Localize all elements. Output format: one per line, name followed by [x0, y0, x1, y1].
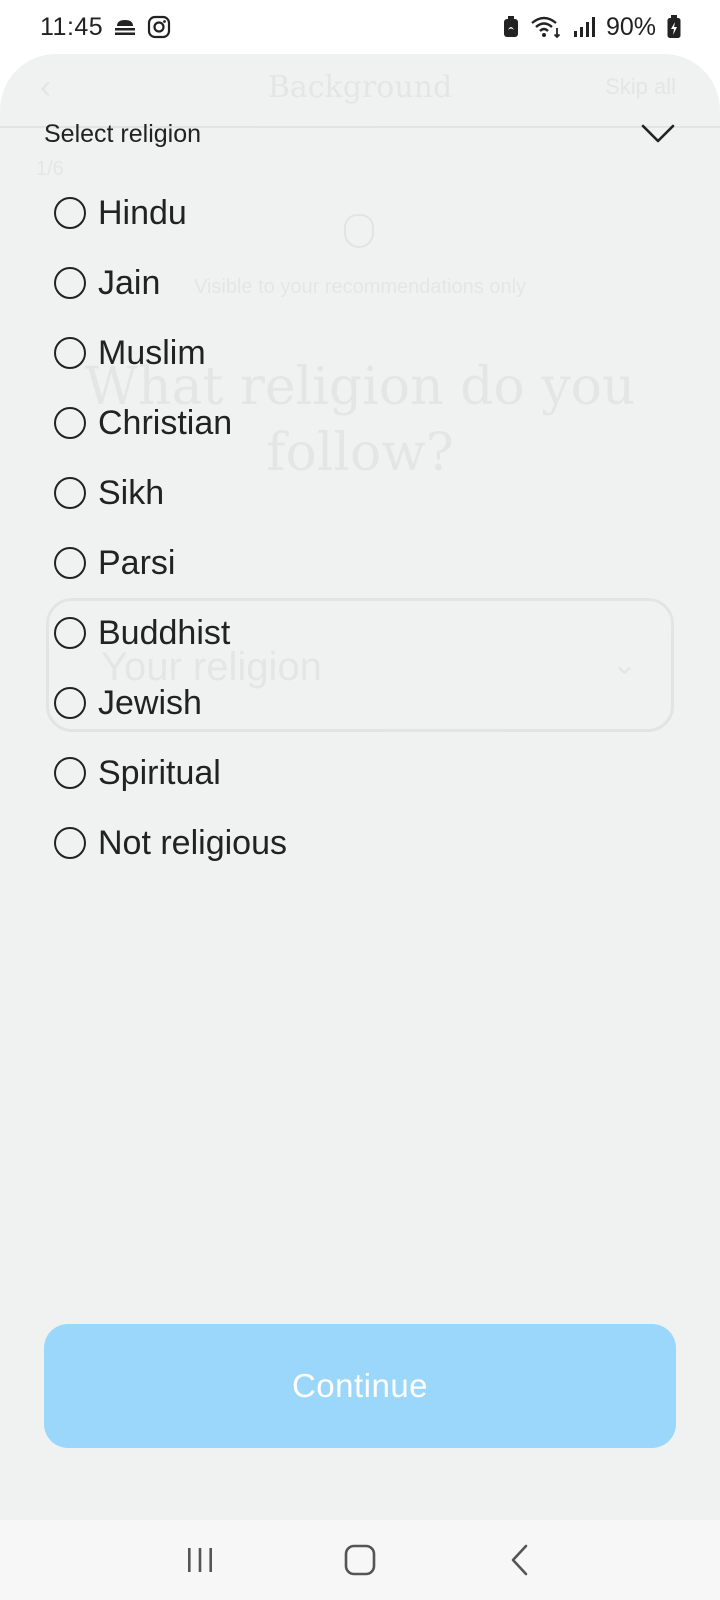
- radio-button[interactable]: [54, 267, 86, 299]
- signal-icon: [572, 16, 596, 38]
- option-label: Christian: [98, 403, 233, 442]
- option-sikh[interactable]: Sikh: [54, 458, 614, 528]
- option-spiritual[interactable]: Spiritual: [54, 738, 614, 808]
- system-nav-bar: [0, 1520, 720, 1600]
- option-label: Not religious: [98, 823, 287, 862]
- recents-icon[interactable]: [175, 1540, 225, 1580]
- battery-saver-icon: [502, 15, 520, 39]
- option-label: Jain: [98, 263, 161, 302]
- back-arrow-icon: ‹: [40, 68, 52, 106]
- radio-button[interactable]: [54, 337, 86, 369]
- radio-button[interactable]: [54, 547, 86, 579]
- option-label: Parsi: [98, 543, 176, 582]
- background-header-title: Background: [267, 70, 453, 105]
- radio-button[interactable]: [54, 687, 86, 719]
- option-not-religious[interactable]: Not religious: [54, 808, 614, 878]
- status-bar-right: 90%: [502, 13, 682, 42]
- option-label: Jewish: [98, 683, 202, 722]
- chevron-down-icon[interactable]: [640, 122, 676, 146]
- status-bar-left: 11:45: [40, 13, 171, 42]
- option-label: Spiritual: [98, 753, 221, 792]
- option-label: Hindu: [98, 193, 187, 232]
- option-muslim[interactable]: Muslim: [54, 318, 614, 388]
- status-time: 11:45: [40, 12, 104, 41]
- cloud-icon: [113, 17, 137, 37]
- radio-button[interactable]: [54, 757, 86, 789]
- radio-button[interactable]: [54, 407, 86, 439]
- radio-button[interactable]: [54, 827, 86, 859]
- wifi-icon: [530, 15, 562, 39]
- radio-button[interactable]: [54, 617, 86, 649]
- radio-button[interactable]: [54, 197, 86, 229]
- bottom-sheet: ‹ Background Skip all 1/6 Visible to you…: [0, 54, 720, 1520]
- chevron-down-icon: ⌄: [611, 648, 637, 681]
- option-label: Sikh: [98, 473, 165, 512]
- option-jain[interactable]: Jain: [54, 248, 614, 318]
- continue-button[interactable]: Continue: [44, 1324, 676, 1448]
- skip-all-link: Skip all: [605, 74, 676, 99]
- battery-percent: 90%: [605, 12, 656, 41]
- radio-button[interactable]: [54, 477, 86, 509]
- option-buddhist[interactable]: Buddhist: [54, 598, 614, 668]
- option-label: Buddhist: [98, 613, 231, 652]
- option-christian[interactable]: Christian: [54, 388, 614, 458]
- home-icon[interactable]: [335, 1540, 385, 1580]
- instagram-icon: [147, 15, 171, 39]
- back-icon[interactable]: [495, 1540, 545, 1580]
- option-label: Muslim: [98, 333, 206, 372]
- option-hindu[interactable]: Hindu: [54, 178, 614, 248]
- religion-options-list: Hindu Jain Muslim Christian Sikh Parsi B…: [54, 178, 614, 878]
- battery-icon: [666, 14, 682, 40]
- status-bar: 11:45 90%: [0, 0, 720, 54]
- option-jewish[interactable]: Jewish: [54, 668, 614, 738]
- dropdown-title: Select religion: [44, 119, 202, 148]
- dropdown-header: Select religion: [44, 112, 676, 156]
- option-parsi[interactable]: Parsi: [54, 528, 614, 598]
